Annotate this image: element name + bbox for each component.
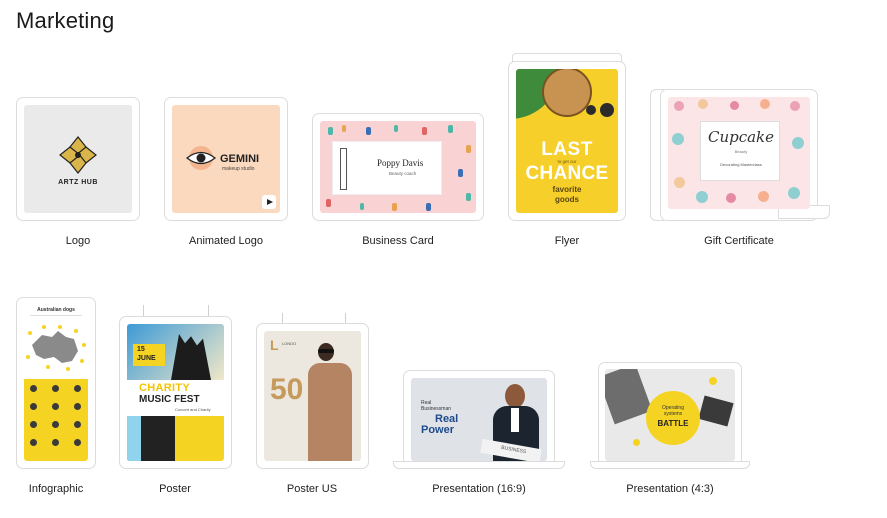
gift-small: Beauty	[734, 149, 748, 154]
poster-sub: Concert and Charity	[175, 407, 211, 412]
infographic-heading: Australian dogs	[37, 307, 75, 313]
template-label-presentation-16-9[interactable]: Presentation (16:9)	[399, 483, 559, 495]
section-title: Marketing	[16, 8, 115, 33]
poster-date-1: 15	[137, 346, 145, 353]
template-label-poster[interactable]: Poster	[95, 483, 255, 495]
play-icon[interactable]	[262, 195, 276, 209]
gift-script: Cupcake	[707, 128, 775, 146]
template-presentation-16-9[interactable]: Real Businessman Real Power BUSINESS	[393, 370, 565, 469]
template-animated-logo[interactable]: GEMINI makeup studio	[164, 97, 288, 221]
poster-headline-2: MUSIC FEST	[139, 394, 200, 405]
gift-certificate-thumbnail: Cupcake Beauty Decorating Masterclass	[668, 97, 810, 209]
flyer-thumbnail: LAST to get our CHANCE favorite goods	[516, 69, 618, 213]
template-poster-us[interactable]: L LONDO 50	[256, 323, 369, 469]
flyer-headline-1: LAST	[541, 139, 593, 160]
template-label-animated-logo[interactable]: Animated Logo	[146, 235, 306, 247]
pres43-badge: BATTLE	[657, 419, 689, 428]
animated-logo-thumbnail: GEMINI makeup studio	[172, 105, 280, 213]
template-label-poster-us[interactable]: Poster US	[232, 483, 392, 495]
gemini-tagline: makeup studio	[222, 166, 255, 172]
poster-thumbnail: 15 JUNE CHARITY MUSIC FEST Concert and C…	[127, 324, 224, 461]
pres43-small-2: systems	[663, 411, 683, 417]
template-infographic[interactable]: Australian dogs	[16, 297, 96, 469]
card-name: Poppy Davis	[377, 158, 424, 168]
template-label-flyer[interactable]: Flyer	[487, 235, 647, 247]
template-label-presentation-4-3[interactable]: Presentation (4:3)	[590, 483, 750, 495]
australia-map-icon	[26, 325, 86, 371]
template-gift-certificate[interactable]: Cupcake Beauty Decorating Masterclass	[648, 89, 830, 221]
template-poster[interactable]: 15 JUNE CHARITY MUSIC FEST Concert and C…	[119, 316, 232, 469]
template-label-business-card[interactable]: Business Card	[318, 235, 478, 247]
pres169-line-2: Businessman	[421, 406, 452, 412]
pres169-big-2: Power	[421, 424, 455, 436]
artz-hub-emblem-icon	[59, 136, 97, 174]
poster-date-2: JUNE	[137, 355, 156, 362]
template-label-logo[interactable]: Logo	[0, 235, 158, 247]
flyer-sub-2: goods	[555, 195, 579, 204]
template-flyer[interactable]: LAST to get our CHANCE favorite goods	[508, 53, 626, 221]
business-card-thumbnail: Poppy Davis Beauty coach	[320, 121, 476, 213]
poster-us-number: 50	[270, 373, 304, 406]
poster-us-brand: LONDO	[282, 341, 297, 346]
flyer-headline-2: CHANCE	[525, 163, 609, 184]
template-business-card[interactable]: Poppy Davis Beauty coach	[312, 113, 484, 221]
presentation-4-3-thumbnail: Operating systems BATTLE	[605, 369, 735, 461]
logo-text: ARTZ HUB	[58, 179, 98, 186]
infographic-thumbnail: Australian dogs	[24, 303, 88, 461]
template-logo[interactable]: ARTZ HUB	[16, 97, 140, 221]
presentation-16-9-thumbnail: Real Businessman Real Power BUSINESS	[411, 378, 547, 461]
gemini-brand: GEMINI	[220, 153, 260, 165]
gift-footer: Decorating Masterclass	[720, 162, 762, 167]
card-role: Beauty coach	[389, 171, 417, 176]
template-presentation-4-3[interactable]: Operating systems BATTLE	[590, 362, 750, 469]
template-label-gift-certificate[interactable]: Gift Certificate	[659, 235, 819, 247]
logo-thumbnail: ARTZ HUB	[24, 105, 132, 213]
poster-us-letter: L	[270, 337, 279, 353]
eye-logo-icon	[185, 146, 217, 170]
poster-us-thumbnail: L LONDO 50	[264, 331, 361, 461]
flyer-sub-1: favorite	[552, 185, 582, 194]
poster-headline-1: CHARITY	[139, 382, 190, 394]
